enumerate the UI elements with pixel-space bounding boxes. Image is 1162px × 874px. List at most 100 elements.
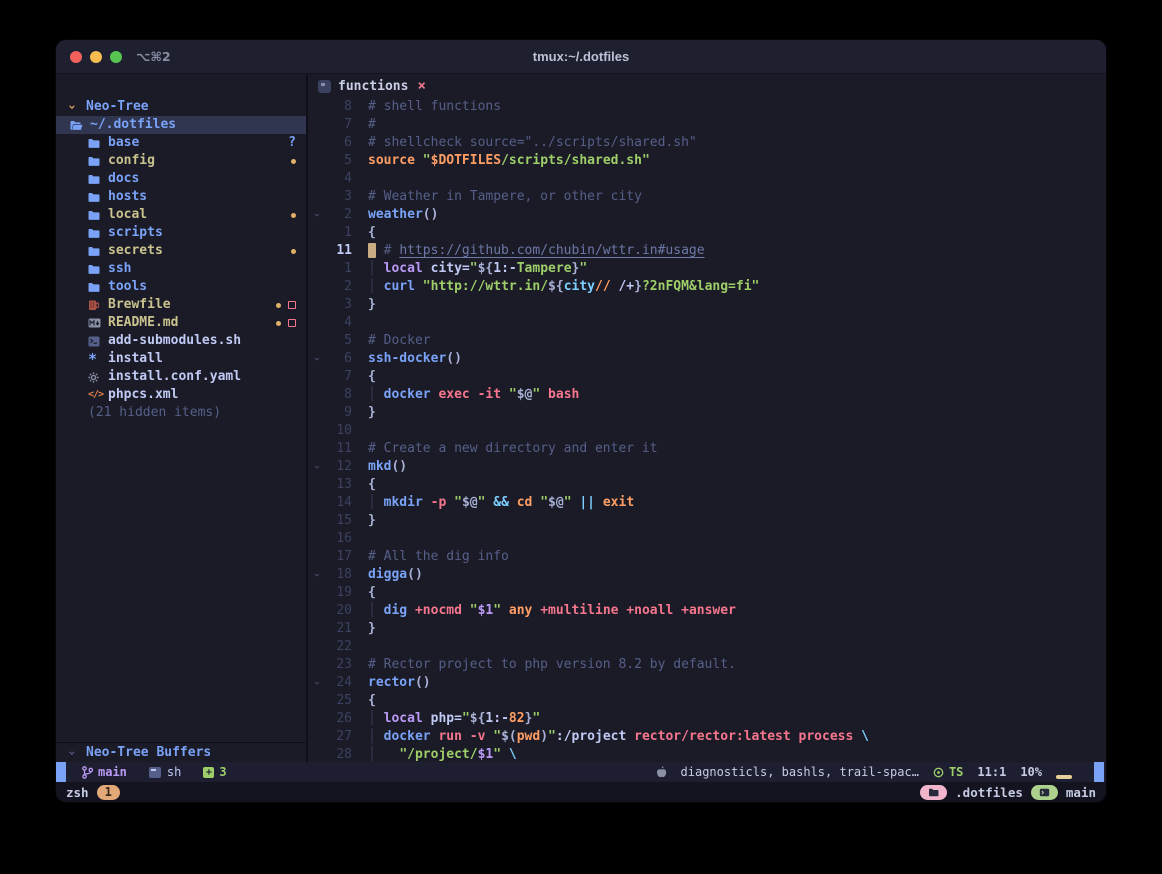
tree-item-ssh[interactable]: ssh	[56, 260, 306, 278]
tree-item-local[interactable]: local	[56, 206, 306, 224]
line-number: 3	[324, 188, 352, 206]
line-number: 3	[324, 296, 352, 314]
filetype-segment: sh	[149, 765, 181, 779]
line-number: 25	[324, 692, 352, 710]
code-line: 10	[308, 422, 1106, 440]
tree-item-docs[interactable]: docs	[56, 170, 306, 188]
tree-item-label: install.conf.yaml	[108, 368, 241, 386]
code-line: 1{	[308, 224, 1106, 242]
line-number: 9	[324, 404, 352, 422]
tree-item-tools[interactable]: tools	[56, 278, 306, 296]
tree-item-label: install	[108, 350, 163, 368]
code-line: 16	[308, 530, 1106, 548]
git-staged-square-icon	[288, 301, 296, 309]
tree-item-install[interactable]: * install	[56, 350, 306, 368]
folder-icon	[928, 788, 939, 797]
line-number: 8	[324, 98, 352, 116]
buffer-icon	[318, 80, 331, 93]
git-modified-dot-icon	[291, 159, 296, 164]
shell-script-icon	[88, 336, 100, 347]
tree-item-label: docs	[108, 170, 139, 188]
line-number: 16	[324, 530, 352, 548]
file-tree: ~/.dotfilesbase?configdocshostslocalscri…	[56, 116, 306, 422]
xml-code-icon: </>	[88, 386, 103, 404]
git-modified-dot-icon	[291, 213, 296, 218]
line-number: 4	[324, 170, 352, 188]
neo-tree-buffers-header[interactable]: › Neo-Tree Buffers	[56, 743, 306, 762]
tree-item-label: base	[108, 134, 139, 152]
git-branch-icon	[82, 766, 93, 779]
fold-chevron-icon[interactable]: ›	[308, 206, 324, 224]
folder-open-icon	[70, 120, 83, 131]
tree-item-add-submodules.sh[interactable]: add-submodules.sh	[56, 332, 306, 350]
code-buffer[interactable]: 8# shell functions7#6# shellcheck source…	[308, 98, 1106, 762]
tree-item-brewfile[interactable]: Brewfile	[56, 296, 306, 314]
folder-icon	[88, 174, 100, 185]
folder-icon	[88, 138, 100, 149]
tree-item-label: secrets	[108, 242, 163, 260]
tmux-status-bar: zsh 1 .dotfiles main	[56, 782, 1106, 802]
chevron-down-icon: ›	[62, 100, 80, 114]
tab-functions[interactable]: functions	[338, 79, 408, 94]
line-number: 23	[324, 656, 352, 674]
code-line: ›2weather()	[308, 206, 1106, 224]
folder-icon	[88, 282, 100, 293]
beer-mug-icon	[88, 299, 99, 311]
tree-item-install.conf.yaml[interactable]: install.conf.yaml	[56, 368, 306, 386]
tree-item-phpcs.xml[interactable]: </>phpcs.xml	[56, 386, 306, 404]
tree-item-label: ~/.dotfiles	[90, 116, 176, 134]
folder-icon	[88, 264, 100, 275]
plus-icon: +	[203, 767, 214, 778]
fold-chevron-icon[interactable]: ›	[308, 566, 324, 584]
tmux-path-badge	[920, 785, 947, 800]
tree-item-scripts[interactable]: scripts	[56, 224, 306, 242]
bufferline: functions ×	[308, 74, 1106, 98]
neo-tree-header-label: Neo-Tree	[86, 98, 149, 116]
code-line: 28│ "/project/$1" \	[308, 746, 1106, 762]
code-line: 22	[308, 638, 1106, 656]
tmux-branch-badge	[1031, 785, 1058, 800]
tmux-window-name[interactable]: zsh	[66, 785, 89, 800]
folder-icon	[88, 156, 100, 167]
minimize-window-button[interactable]	[90, 51, 102, 63]
line-number: 2	[324, 278, 352, 296]
folder-icon	[88, 192, 100, 203]
fold-chevron-icon[interactable]: ›	[308, 674, 324, 692]
line-number: 22	[324, 638, 352, 656]
folder-icon	[88, 246, 100, 257]
tree-item-secrets[interactable]: secrets	[56, 242, 306, 260]
fold-chevron-icon[interactable]: ›	[308, 350, 324, 368]
tree-item-label: scripts	[108, 224, 163, 242]
scrollbar-thumb[interactable]	[1056, 775, 1072, 779]
neo-tree-header[interactable]: › Neo-Tree	[56, 98, 306, 116]
git-untracked-icon: ?	[288, 134, 296, 152]
line-number: 8	[324, 386, 352, 404]
statusline: main sh + 3 diagnosticls, bashls, trail-…	[56, 762, 1106, 782]
line-number: 17	[324, 548, 352, 566]
tree-item--21-hidden-items-[interactable]: (21 hidden items)	[56, 404, 306, 422]
line-number: 7	[324, 368, 352, 386]
code-line: 2│ curl "http://wttr.in/${city// /+}?2nF…	[308, 278, 1106, 296]
code-line: 19{	[308, 584, 1106, 602]
lsp-clients-label: diagnosticls, bashls, trail-spac…	[681, 765, 919, 779]
tmux-window-index-badge[interactable]: 1	[97, 785, 120, 800]
tree-item-config[interactable]: config	[56, 152, 306, 170]
tree-item--.dotfiles[interactable]: ~/.dotfiles	[56, 116, 306, 134]
close-buffer-icon[interactable]: ×	[417, 78, 425, 94]
close-window-button[interactable]	[70, 51, 82, 63]
tree-item-base[interactable]: base?	[56, 134, 306, 152]
neo-tree-buffers-section: › Neo-Tree Buffers	[56, 742, 306, 762]
line-number: 5	[324, 332, 352, 350]
asterisk-icon: *	[88, 354, 97, 365]
tree-item-label: tools	[108, 278, 147, 296]
tree-item-hosts[interactable]: hosts	[56, 188, 306, 206]
zoom-window-button[interactable]	[110, 51, 122, 63]
tree-item-readme.md[interactable]: README.md	[56, 314, 306, 332]
scroll-progress-label: 10%	[1020, 765, 1042, 779]
fold-chevron-icon[interactable]: ›	[308, 458, 324, 476]
gear-icon	[88, 372, 99, 383]
code-line: 4	[308, 314, 1106, 332]
tree-item-label: add-submodules.sh	[108, 332, 241, 350]
markdown-icon	[88, 318, 101, 328]
terminal-icon	[1039, 788, 1050, 797]
